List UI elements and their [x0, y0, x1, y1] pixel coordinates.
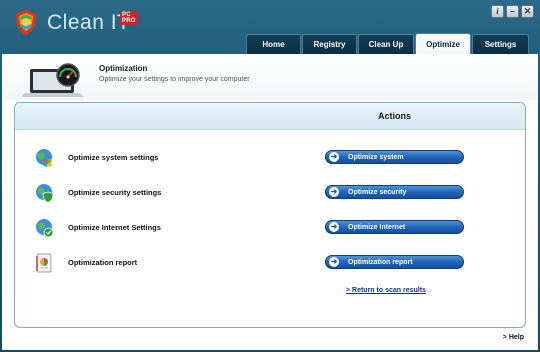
optimize-internet-button[interactable]: ➜ Optimize Internet: [325, 220, 464, 234]
main-tabs: Home Registry Clean Up Optimize Settings: [246, 33, 529, 54]
report-icon: [35, 253, 53, 273]
content-panel: Optimization Optimize your settings to i…: [2, 54, 538, 350]
info-button[interactable]: i: [491, 5, 504, 18]
app-name: Clean IT: [47, 11, 131, 34]
arrow-right-icon: ➜: [329, 222, 339, 232]
app-window: Clean IT PC PRO i – ✕ Home Registry Clea…: [0, 0, 540, 352]
return-to-scan-results-link[interactable]: > Return to scan results: [346, 287, 426, 294]
close-button[interactable]: ✕: [521, 5, 534, 18]
actions-box: Actions Optimize system settings ➜ Optim…: [14, 102, 526, 328]
tab-clean-up[interactable]: Clean Up: [358, 34, 414, 54]
help-link[interactable]: > Help: [503, 334, 524, 341]
optimize-security-button[interactable]: ➜ Optimize security: [325, 185, 464, 199]
action-label: Optimize Internet Settings: [68, 223, 161, 232]
globe-internet-icon: [35, 218, 54, 238]
globe-windows-icon: [35, 148, 53, 168]
page-subtitle: Optimize your settings to improve your c…: [99, 76, 250, 83]
arrow-right-icon: ➜: [329, 152, 339, 162]
tab-registry[interactable]: Registry: [302, 34, 357, 54]
arrow-right-icon: ➜: [329, 257, 339, 267]
action-label: Optimize security settings: [68, 188, 162, 197]
optimization-report-button[interactable]: ➜ Optimization report: [325, 255, 464, 269]
action-label: Optimize system settings: [68, 153, 159, 162]
action-label: Optimization report: [68, 258, 138, 267]
action-row-report: Optimization report ➜ Optimization repor…: [15, 253, 525, 275]
action-row-system: Optimize system settings ➜ Optimize syst…: [15, 148, 525, 170]
action-row-internet: Optimize Internet Settings ➜ Optimize In…: [15, 218, 525, 240]
window-controls: i – ✕: [491, 5, 534, 18]
minimize-button[interactable]: –: [506, 5, 519, 18]
page-header: Optimization Optimize your settings to i…: [2, 54, 538, 100]
tab-settings[interactable]: Settings: [472, 34, 529, 54]
tab-optimize[interactable]: Optimize: [415, 33, 471, 54]
actions-header: Actions: [15, 103, 525, 130]
tab-home[interactable]: Home: [246, 34, 301, 54]
laptop-gauge-icon: [22, 63, 86, 104]
app-logo: Clean IT PC PRO: [12, 7, 138, 37]
globe-shield-icon: [35, 183, 54, 203]
optimize-system-button[interactable]: ➜ Optimize system: [325, 150, 464, 164]
arrow-right-icon: ➜: [329, 187, 339, 197]
edition-badge: PC PRO: [120, 11, 138, 25]
clean-it-logo-icon: [12, 8, 40, 36]
actions-title: Actions: [378, 111, 412, 121]
action-row-security: Optimize security settings ➜ Optimize se…: [15, 183, 525, 205]
page-title: Optimization: [99, 64, 148, 73]
